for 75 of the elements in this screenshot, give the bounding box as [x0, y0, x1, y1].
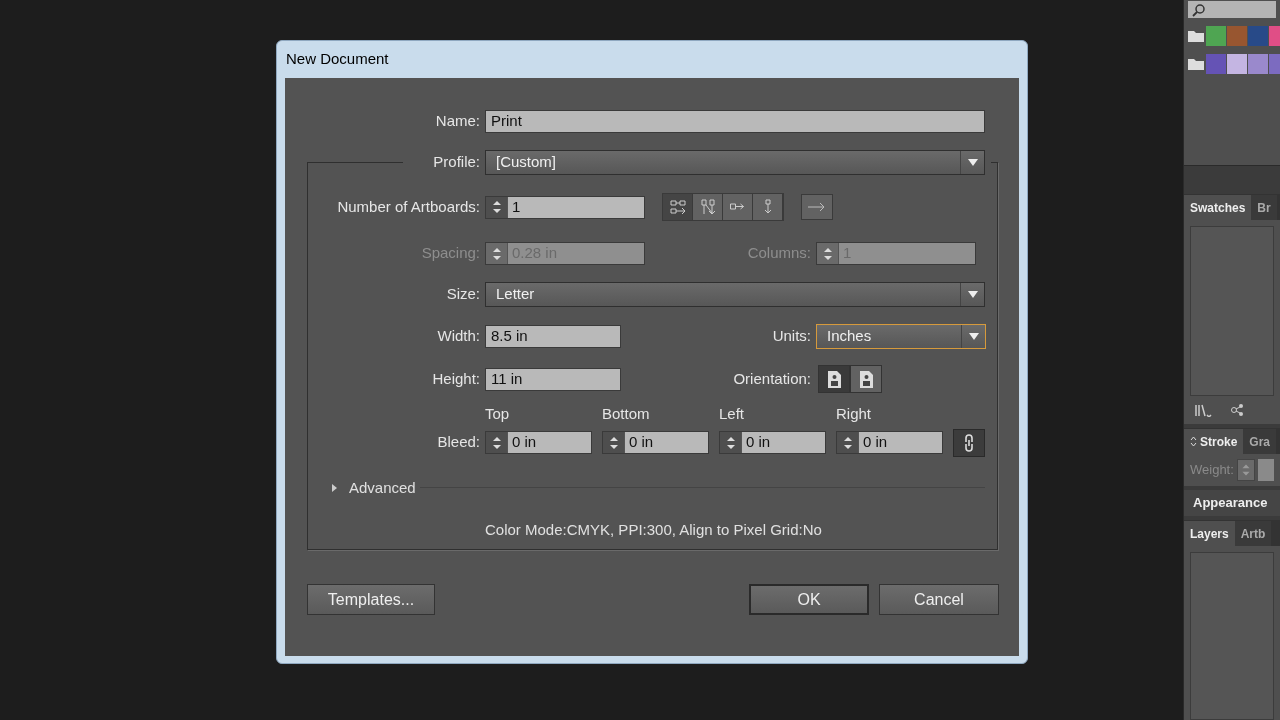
expand-icon[interactable] — [329, 482, 339, 493]
folder-icon — [1188, 30, 1204, 42]
arrangement-icon — [700, 198, 715, 216]
panel-tab[interactable]: Gra — [1243, 429, 1277, 454]
stepper-icon[interactable] — [837, 432, 859, 453]
summary-text: Color Mode:CMYK, PPI:300, Align to Pixel Grid:No — [485, 520, 822, 540]
side-label: Bottom — [602, 404, 651, 424]
arrange-button[interactable] — [663, 194, 693, 220]
stepper-icon[interactable] — [1236, 459, 1255, 481]
field-label: Number of Artboards: — [336, 196, 480, 217]
spinner-field[interactable]: 0 in — [485, 431, 592, 454]
weight-field[interactable] — [1257, 459, 1274, 481]
spinner-field[interactable]: 0 in — [602, 431, 709, 454]
field-label: Spacing: — [420, 243, 480, 264]
text-field[interactable]: Print — [485, 110, 985, 133]
folder-icon — [1188, 58, 1204, 70]
search-field[interactable] — [1188, 1, 1276, 18]
color-swatch[interactable] — [1248, 54, 1268, 74]
section-label[interactable]: Advanced — [349, 476, 416, 499]
arrange-button[interactable] — [693, 194, 723, 220]
field-label: Columns: — [746, 243, 811, 264]
portrait-button[interactable] — [818, 365, 850, 393]
field-label: Weight: — [1190, 461, 1234, 480]
field-label: Profile: — [432, 152, 480, 173]
field-label: Bleed: — [436, 432, 480, 453]
text-field[interactable]: 8.5 in — [485, 325, 621, 348]
page-icon — [857, 369, 875, 389]
panel-tab[interactable]: Layers — [1184, 521, 1235, 546]
arrangement-icon — [763, 198, 772, 216]
spinner-field[interactable]: 1 — [485, 195, 645, 219]
color-swatch[interactable] — [1227, 26, 1247, 46]
stepper-icon[interactable] — [603, 432, 625, 453]
link-icon — [964, 432, 974, 453]
updown-icon — [1190, 436, 1197, 447]
dropdown[interactable]: Letter — [485, 282, 985, 307]
field-label: Name: — [434, 111, 480, 132]
field-label: Units: — [771, 326, 811, 347]
arrangement-icon — [668, 198, 687, 216]
share-icon[interactable] — [1230, 403, 1244, 417]
side-label: Right — [836, 404, 873, 424]
dropdown[interactable]: Inches — [816, 324, 986, 349]
default-button[interactable]: OK — [749, 584, 869, 615]
color-swatch[interactable] — [1206, 26, 1226, 46]
panel-tab[interactable]: Stroke — [1184, 429, 1244, 454]
landscape-button[interactable] — [850, 365, 882, 393]
field-label: Size: — [445, 284, 480, 305]
panel-tab[interactable]: Swatches — [1184, 195, 1252, 220]
stepper-icon[interactable] — [486, 432, 508, 453]
page-icon — [825, 369, 843, 389]
window-title: New Document — [286, 49, 389, 70]
arrow-icon — [807, 202, 827, 212]
dialog-button[interactable]: Cancel — [879, 584, 999, 615]
search-icon — [1192, 2, 1206, 17]
arrange-button[interactable] — [753, 194, 783, 220]
text-field[interactable]: 11 in — [485, 367, 621, 391]
color-swatch[interactable] — [1248, 26, 1268, 46]
field-label: Width: — [436, 326, 480, 347]
panel-tab[interactable]: Artb — [1234, 521, 1272, 546]
arrange-button[interactable] — [723, 194, 753, 220]
spinner-field[interactable]: 0 in — [836, 431, 943, 454]
dialog-button[interactable]: Templates... — [307, 584, 435, 615]
field-label: Height: — [431, 368, 480, 389]
stepper-icon[interactable] — [486, 196, 508, 218]
color-swatch[interactable] — [1206, 54, 1226, 74]
arrow-button[interactable] — [801, 194, 833, 220]
link-button[interactable] — [953, 428, 985, 457]
spinner-field[interactable]: 0 in — [719, 431, 826, 454]
panel-tab[interactable]: Appearance — [1184, 490, 1280, 516]
side-label: Top — [485, 404, 511, 424]
stepper-icon[interactable] — [720, 432, 742, 453]
field-label: Orientation: — [732, 368, 811, 389]
dropdown[interactable]: [Custom] — [485, 150, 985, 175]
color-swatch[interactable] — [1227, 54, 1247, 74]
side-label: Left — [719, 404, 746, 424]
panel-tab[interactable]: Br — [1251, 195, 1277, 220]
